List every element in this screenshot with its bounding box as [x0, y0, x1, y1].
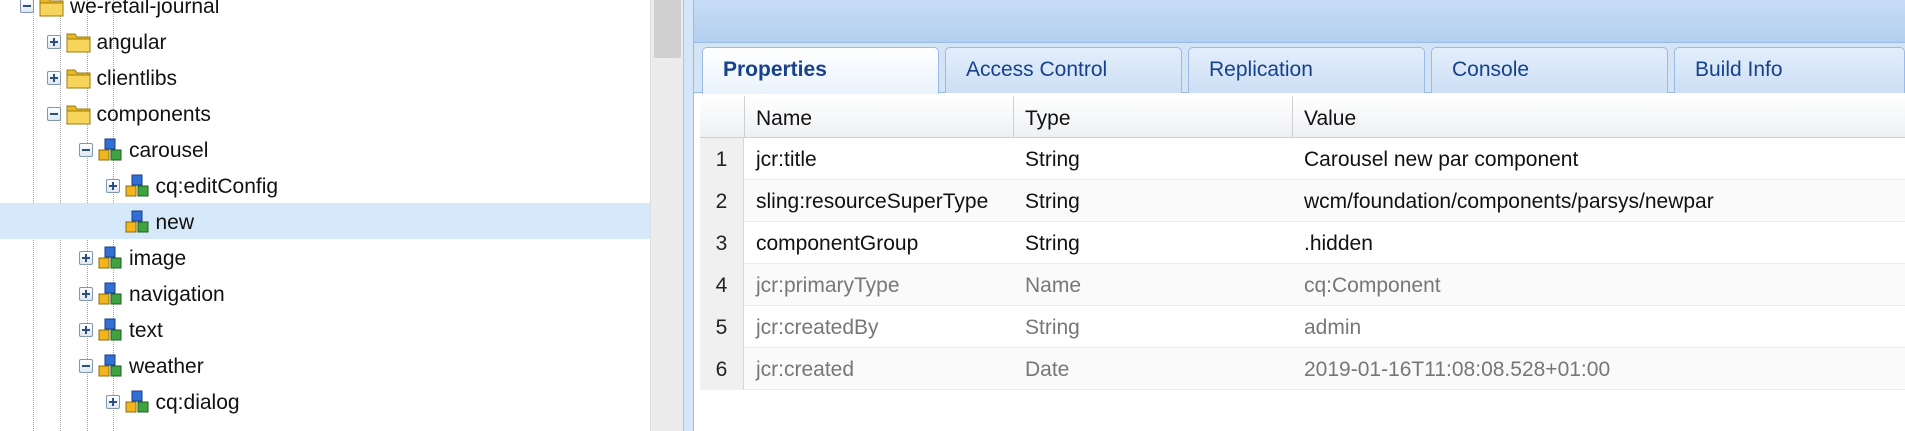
collapse-icon[interactable]: [79, 359, 93, 373]
tree-node-cq-editconfig[interactable]: cq:editConfig: [0, 167, 650, 203]
cell-name[interactable]: sling:resourceSuperType: [756, 190, 988, 214]
tab-strip: Properties Access Control Replication Conso…: [694, 43, 1905, 94]
tab-console[interactable]: Console: [1431, 47, 1668, 93]
component-icon: [97, 317, 125, 343]
expand-icon[interactable]: [105, 179, 120, 193]
tree-node-carousel[interactable]: carousel: [0, 131, 650, 167]
tree-node-new[interactable]: new: [0, 203, 650, 239]
cell-type[interactable]: String: [1025, 148, 1080, 172]
cell-type: Name: [1025, 274, 1082, 297]
tab-access-control[interactable]: Access Control: [945, 47, 1182, 93]
column-header-type[interactable]: Type: [1025, 107, 1071, 131]
column-separator[interactable]: [1292, 96, 1293, 138]
cell-type: Date: [1025, 358, 1070, 381]
tree-node-label: we-retail-journal: [70, 0, 220, 18]
cell-value: 2019-01-16T11:08:08.528+01:00: [1304, 358, 1611, 381]
tree-node-text[interactable]: text: [0, 311, 650, 347]
row-number: 4: [700, 264, 744, 306]
cell-name[interactable]: componentGroup: [756, 232, 918, 256]
tree-node-angular[interactable]: angular: [0, 23, 650, 59]
tree-scroll-thumb[interactable]: [654, 0, 681, 58]
folder-icon: [65, 101, 93, 127]
tree-node-label: angular: [96, 31, 167, 54]
collapse-icon[interactable]: [20, 0, 34, 13]
cell-name: jcr:created: [756, 358, 855, 381]
tree-scrollbar[interactable]: [650, 0, 683, 431]
tree-node-we-retail-journal[interactable]: we-retail-journal: [0, 0, 650, 23]
component-icon: [124, 209, 152, 235]
row-number: 1: [700, 138, 744, 180]
expand-icon[interactable]: [46, 71, 61, 85]
table-row[interactable]: 6 jcr:created Date 2019-01-16T11:08:08.528+…: [700, 348, 1905, 390]
folder-icon: [65, 65, 93, 91]
tab-properties[interactable]: Properties: [702, 47, 939, 94]
component-icon: [97, 281, 125, 307]
tree-node-label: new: [155, 211, 195, 234]
cell-type[interactable]: String: [1025, 232, 1080, 256]
tree-node-label: cq:editConfig: [155, 175, 279, 198]
cell-name: jcr:createdBy: [756, 316, 879, 339]
tree-node-label: clientlibs: [96, 67, 178, 90]
tree-node-label: carousel: [129, 139, 209, 162]
cell-value: cq:Component: [1304, 274, 1441, 297]
properties-panel-header: [694, 0, 1905, 43]
table-row[interactable]: 5 jcr:createdBy String admin: [700, 306, 1905, 348]
tree-node-label: image: [129, 247, 187, 270]
column-header-name[interactable]: Name: [756, 107, 812, 131]
expand-icon[interactable]: [79, 251, 93, 265]
expand-icon[interactable]: [79, 287, 93, 301]
table-row[interactable]: 1 jcr:title String Carousel new par compone…: [700, 138, 1905, 180]
expand-icon[interactable]: [105, 395, 120, 409]
collapse-icon[interactable]: [79, 143, 93, 157]
component-icon: [97, 245, 125, 271]
column-separator[interactable]: [744, 96, 745, 138]
column-header-value[interactable]: Value: [1304, 107, 1356, 131]
expand-icon[interactable]: [46, 35, 61, 49]
cell-value[interactable]: .hidden: [1304, 232, 1373, 256]
panel-splitter[interactable]: [683, 0, 694, 431]
tree-node-label: navigation: [129, 283, 225, 306]
expand-icon[interactable]: [79, 323, 93, 337]
table-row[interactable]: 2 sling:resourceSuperType String wcm/founda…: [700, 180, 1905, 222]
tree-node-components[interactable]: components: [0, 95, 650, 131]
tree-node-cq-dialog[interactable]: cq:dialog: [0, 383, 650, 419]
component-icon: [124, 389, 152, 415]
cell-value[interactable]: Carousel new par component: [1304, 148, 1578, 172]
row-number: 6: [700, 348, 744, 390]
component-icon: [97, 353, 125, 379]
tab-build-info[interactable]: Build Info: [1674, 47, 1905, 93]
tree-node-label: weather: [129, 355, 204, 378]
cell-value[interactable]: wcm/foundation/components/parsys/newpar: [1304, 190, 1714, 214]
component-icon: [124, 173, 152, 199]
tree-node-navigation[interactable]: navigation: [0, 275, 650, 311]
tree-node-label: components: [96, 103, 211, 126]
row-number: 5: [700, 306, 744, 348]
repository-tree: we-retail-journal angular clientlibs compon…: [0, 0, 650, 431]
cell-type: String: [1025, 316, 1080, 339]
tree-node-weather[interactable]: weather: [0, 347, 650, 383]
grid-header: Name Type Value: [700, 96, 1905, 138]
table-row[interactable]: 3 componentGroup String .hidden: [700, 222, 1905, 264]
component-icon: [97, 137, 125, 163]
properties-panel: Properties Access Control Replication Conso…: [694, 0, 1905, 431]
column-separator[interactable]: [1013, 96, 1014, 138]
tree-node-image[interactable]: image: [0, 239, 650, 275]
folder-icon: [65, 29, 93, 55]
cell-name: jcr:primaryType: [756, 274, 900, 297]
cell-type[interactable]: String: [1025, 190, 1080, 214]
tree-node-label: cq:dialog: [155, 391, 240, 414]
folder-icon: [38, 0, 66, 19]
tree-node-label: text: [129, 319, 163, 342]
row-number: 2: [700, 180, 744, 222]
table-row[interactable]: 4 jcr:primaryType Name cq:Component: [700, 264, 1905, 306]
cell-name[interactable]: jcr:title: [756, 148, 817, 172]
cell-value: admin: [1304, 316, 1362, 339]
row-number: 3: [700, 222, 744, 264]
collapse-icon[interactable]: [46, 107, 61, 121]
tab-replication[interactable]: Replication: [1188, 47, 1425, 93]
tree-node-clientlibs[interactable]: clientlibs: [0, 59, 650, 95]
